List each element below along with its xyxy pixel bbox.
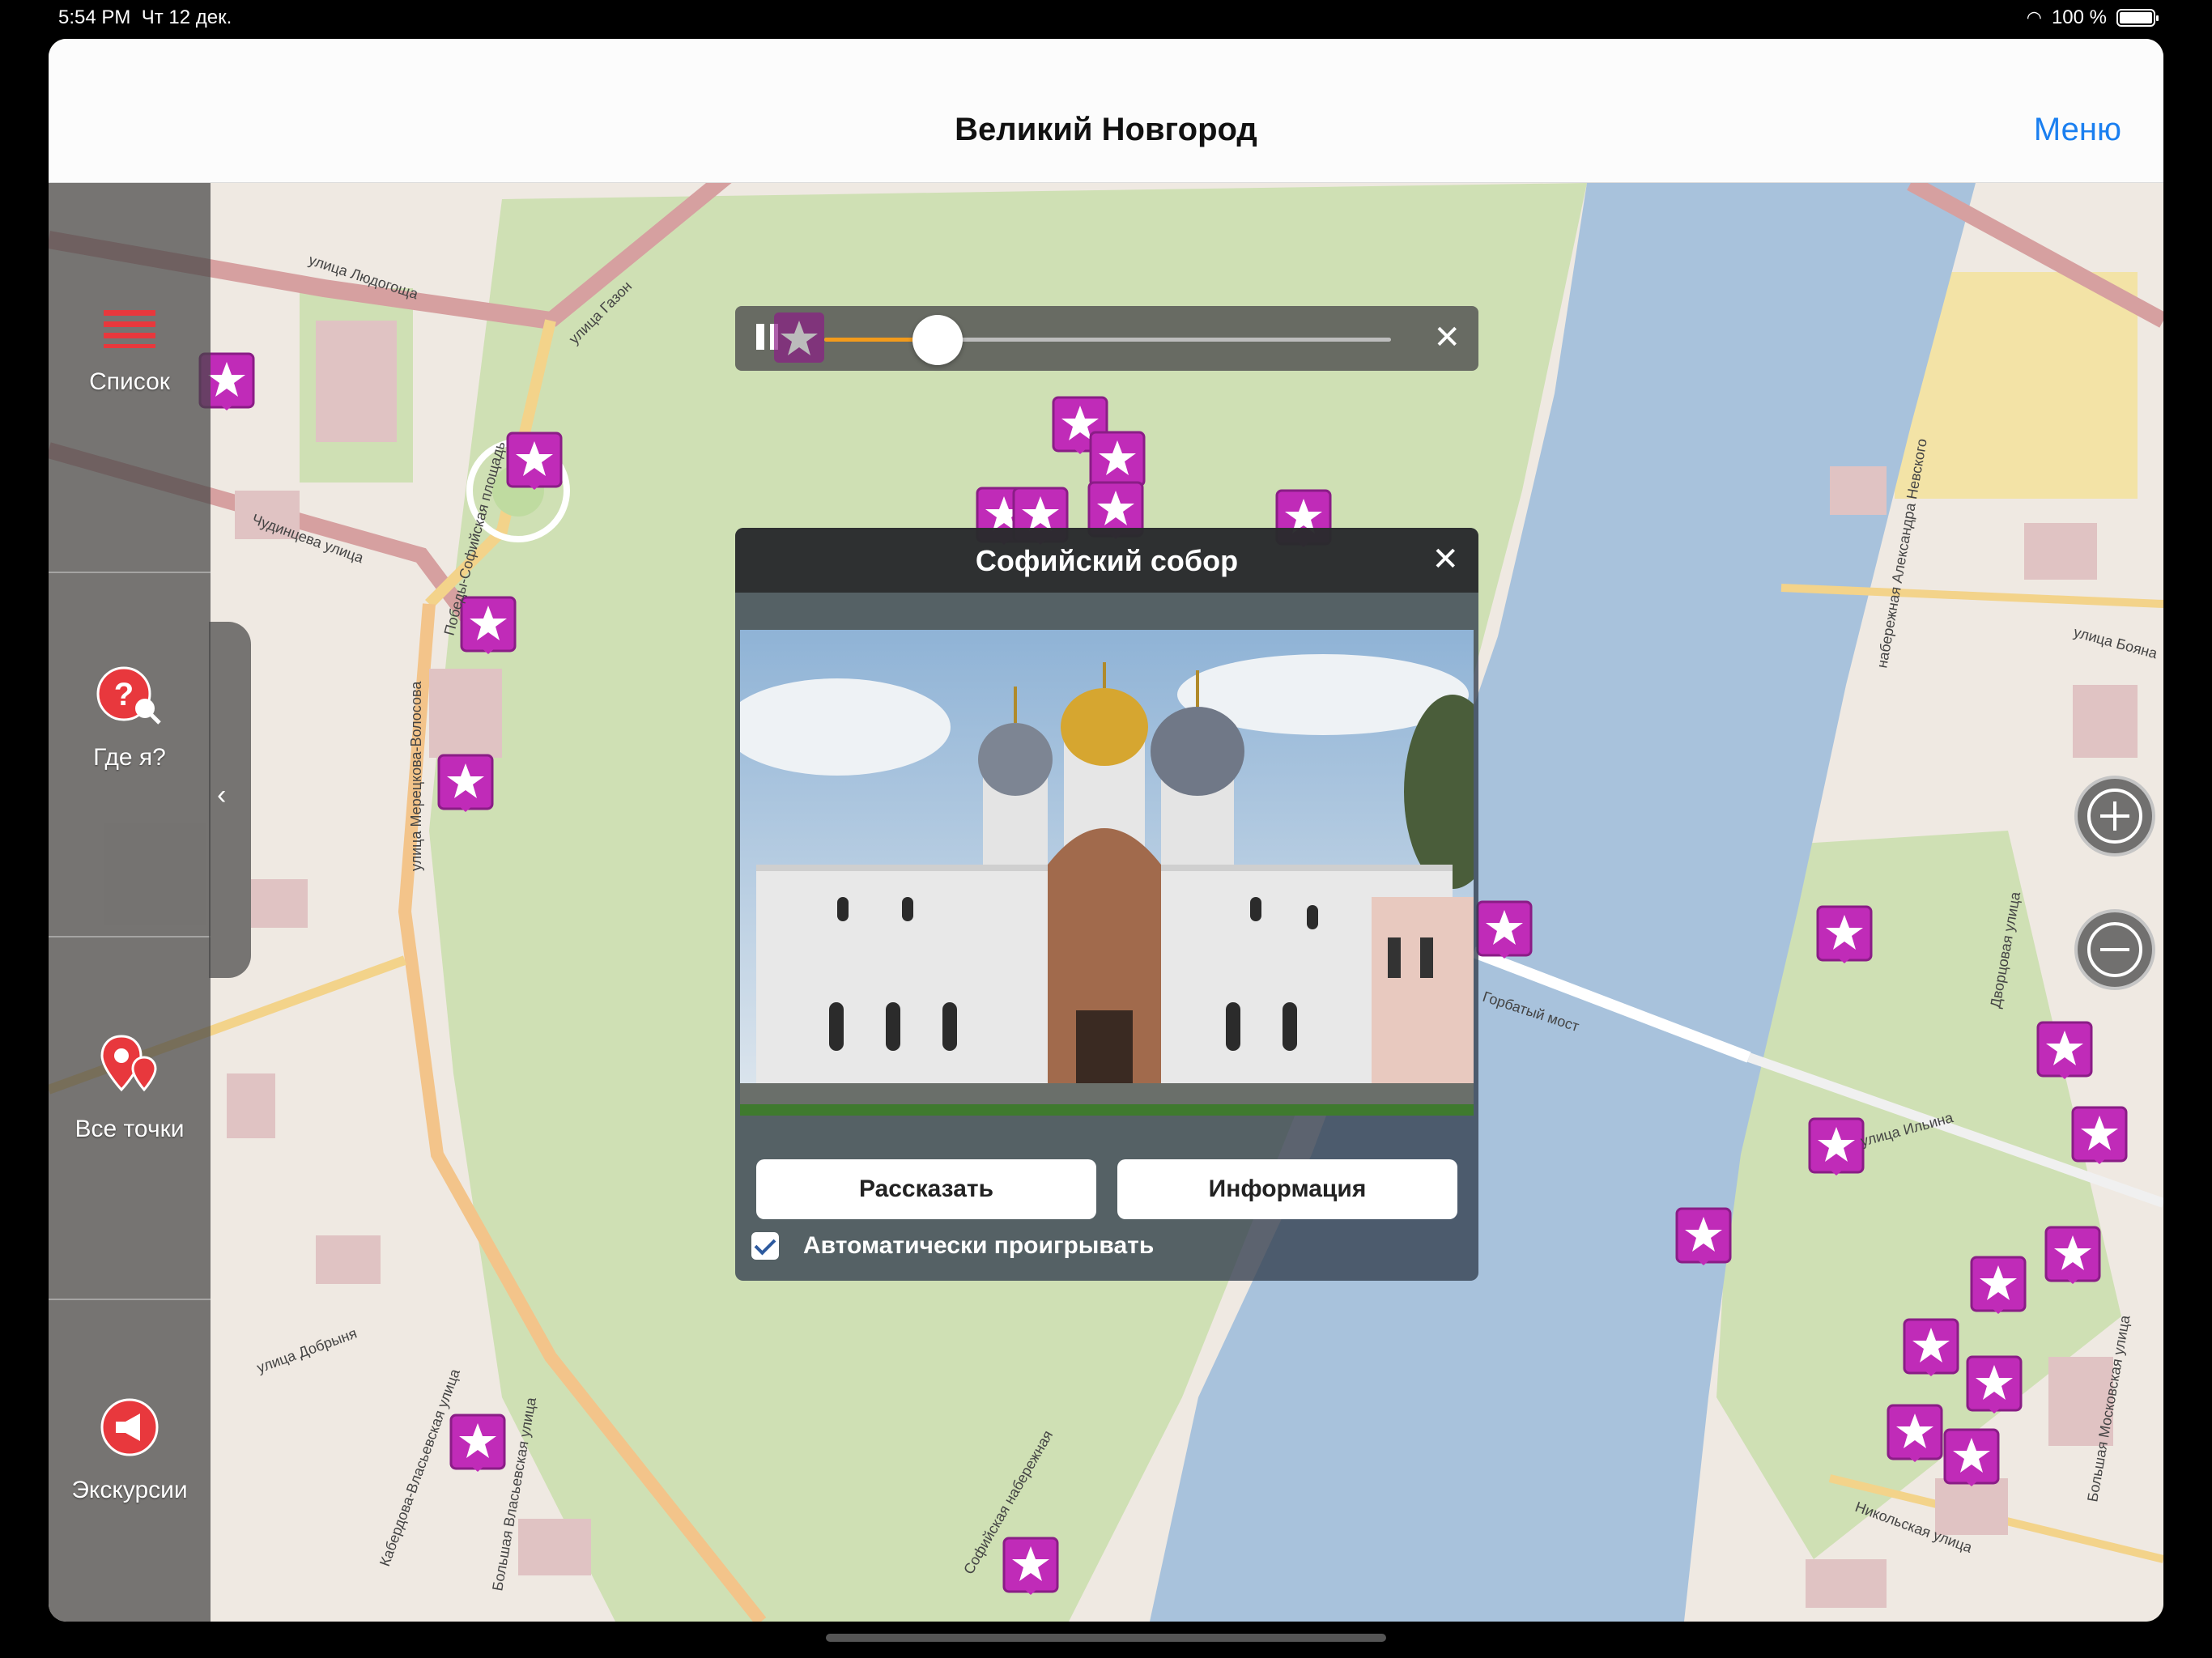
autoplay-label: Автоматически проигрывать bbox=[803, 1232, 1155, 1259]
audio-player: ✕ bbox=[735, 306, 1478, 371]
megaphone-icon bbox=[100, 1398, 159, 1456]
chevron-left-icon: ‹ bbox=[217, 780, 227, 810]
minus-icon bbox=[2087, 922, 2142, 977]
progress-slider[interactable] bbox=[824, 315, 1391, 365]
menu-button[interactable]: Меню bbox=[2034, 112, 2121, 148]
progress-knob[interactable] bbox=[912, 315, 963, 365]
wifi-icon: ◠ bbox=[2026, 7, 2042, 28]
svg-text:?: ? bbox=[114, 677, 134, 712]
navigation-bar: Великий Новгород Меню bbox=[49, 39, 2163, 183]
status-time: 5:54 PM Чт 12 дек. bbox=[58, 6, 232, 28]
autoplay-row[interactable]: Автоматически проигрывать bbox=[751, 1232, 1154, 1260]
list-button[interactable]: Список bbox=[49, 308, 211, 396]
place-photo[interactable] bbox=[740, 630, 1474, 1116]
close-player-button[interactable]: ✕ bbox=[1433, 319, 1461, 356]
list-label: Список bbox=[89, 368, 170, 395]
excursions-label: Экскурсии bbox=[71, 1477, 188, 1503]
location-question-icon: ? bbox=[96, 666, 161, 725]
left-sidebar: Список ? Где я? Все точки Экскурсии bbox=[49, 183, 211, 1622]
battery-icon bbox=[2116, 9, 2159, 27]
sidebar-divider bbox=[49, 572, 211, 573]
battery-percent: 100 % bbox=[2051, 6, 2107, 28]
excursions-button[interactable]: Экскурсии bbox=[49, 1397, 211, 1504]
sidebar-collapse-tab[interactable]: ‹ bbox=[209, 622, 251, 978]
page-title: Великий Новгород bbox=[955, 112, 1257, 147]
autoplay-checkbox[interactable] bbox=[751, 1232, 779, 1260]
status-bar: 5:54 PM Чт 12 дек. ◠ 100 % bbox=[0, 0, 2212, 37]
list-icon bbox=[104, 310, 155, 348]
place-popup: Софийский собор ✕ Рассказать Информация … bbox=[735, 528, 1478, 1281]
all-points-label: Все точки bbox=[74, 1116, 185, 1142]
popup-title: Софийский собор bbox=[975, 544, 1239, 577]
map-pins-icon bbox=[100, 1035, 157, 1092]
zoom-out-button[interactable] bbox=[2074, 909, 2155, 990]
status-indicators: ◠ 100 % bbox=[2026, 6, 2159, 29]
popup-header: Софийский собор ✕ bbox=[735, 528, 1478, 593]
all-points-button[interactable]: Все точки bbox=[49, 1033, 211, 1143]
where-am-i-label: Где я? bbox=[93, 744, 166, 771]
tell-button[interactable]: Рассказать bbox=[756, 1159, 1096, 1219]
star-pin-icon bbox=[774, 312, 824, 363]
sidebar-divider bbox=[49, 1299, 211, 1300]
home-indicator[interactable] bbox=[826, 1634, 1386, 1642]
plus-icon bbox=[2087, 789, 2142, 844]
where-am-i-button[interactable]: ? Где я? bbox=[49, 665, 211, 772]
street-label: улица Мерецкова-Волосова bbox=[408, 681, 424, 871]
zoom-in-button[interactable] bbox=[2074, 776, 2155, 857]
info-button[interactable]: Информация bbox=[1117, 1159, 1457, 1219]
sidebar-divider bbox=[49, 936, 211, 937]
app-window: Великий Новгород Меню улица Людогоща ули… bbox=[49, 39, 2163, 1622]
close-popup-button[interactable]: ✕ bbox=[1431, 541, 1459, 578]
